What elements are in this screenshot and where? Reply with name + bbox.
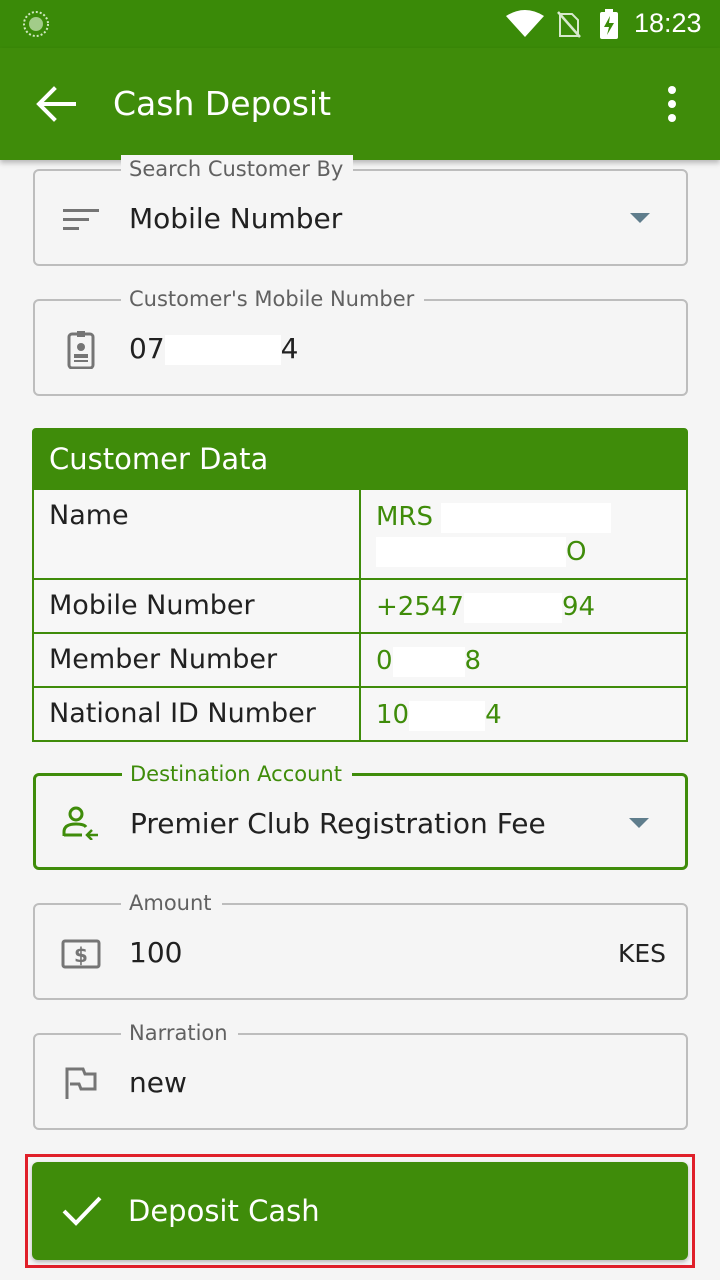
battery-charging-icon bbox=[600, 9, 618, 39]
mobile-number-suffix: 4 bbox=[280, 332, 299, 365]
row-value: 10 4 bbox=[361, 688, 686, 740]
search-by-dropdown[interactable]: Search Customer By Mobile Number bbox=[33, 155, 688, 266]
app-bar: Cash Deposit bbox=[0, 48, 720, 160]
search-by-label: Search Customer By bbox=[121, 155, 354, 183]
amount-value: 100 bbox=[129, 936, 183, 969]
status-bar: 18:23 bbox=[0, 0, 720, 48]
back-arrow-icon[interactable] bbox=[34, 84, 78, 124]
redacted-mask bbox=[463, 592, 562, 623]
redacted-mask bbox=[164, 335, 281, 365]
mobile-number-value: 07 4 bbox=[129, 332, 298, 365]
sort-lines-icon bbox=[63, 209, 99, 230]
money-icon: $ bbox=[61, 939, 101, 969]
name-prefix: MRS bbox=[376, 502, 434, 532]
row-value: MRS O bbox=[361, 490, 686, 578]
redacted-mask bbox=[441, 502, 612, 533]
account-arrow-icon bbox=[62, 806, 98, 840]
flag-icon bbox=[65, 1067, 97, 1099]
customer-data-title: Customer Data bbox=[34, 430, 686, 488]
row-key: Name bbox=[34, 490, 361, 578]
search-by-value: Mobile Number bbox=[129, 202, 343, 235]
dropdown-arrow-icon bbox=[629, 818, 649, 828]
destination-account-dropdown[interactable]: Destination Account Premier Club Registr… bbox=[33, 760, 688, 870]
currency-suffix: KES bbox=[617, 939, 666, 968]
app-notification-icon bbox=[23, 11, 49, 37]
amount-label: Amount bbox=[121, 889, 222, 917]
customer-data-table: Customer Data Name MRS O Mobile Number +… bbox=[32, 428, 688, 742]
row-key: Member Number bbox=[34, 634, 361, 686]
mobile-prefix: +2547 bbox=[376, 592, 464, 622]
deposit-cash-button[interactable]: Deposit Cash bbox=[32, 1162, 688, 1260]
redacted-mask bbox=[409, 700, 486, 731]
mobile-number-field[interactable]: Customer's Mobile Number 07 4 bbox=[33, 285, 688, 396]
deposit-cash-label: Deposit Cash bbox=[128, 1194, 320, 1228]
redacted-mask bbox=[392, 646, 465, 677]
dropdown-arrow-icon bbox=[630, 213, 650, 223]
check-icon bbox=[62, 1196, 102, 1226]
mobile-suffix: 94 bbox=[561, 592, 596, 622]
wifi-icon bbox=[506, 10, 544, 37]
destination-account-label: Destination Account bbox=[122, 760, 352, 788]
screen: 18:23 Cash Deposit Search Customer By Mo… bbox=[0, 0, 720, 1280]
member-suffix: 8 bbox=[464, 646, 482, 676]
mobile-number-label: Customer's Mobile Number bbox=[121, 285, 425, 313]
row-value: +2547 94 bbox=[361, 580, 686, 632]
narration-value: new bbox=[129, 1066, 187, 1099]
mobile-number-prefix: 07 bbox=[129, 332, 165, 365]
table-row: Name MRS O bbox=[34, 488, 686, 578]
name-line-2: O bbox=[376, 536, 686, 567]
row-key: Mobile Number bbox=[34, 580, 361, 632]
national-id-prefix: 10 bbox=[376, 700, 410, 730]
page-title: Cash Deposit bbox=[113, 84, 332, 123]
national-id-suffix: 4 bbox=[485, 700, 502, 730]
table-row: Member Number 08 bbox=[34, 632, 686, 686]
row-value: 08 bbox=[361, 634, 686, 686]
redacted-mask bbox=[376, 537, 566, 567]
table-row: National ID Number 10 4 bbox=[34, 686, 686, 740]
name-suffix: O bbox=[566, 536, 587, 567]
narration-label: Narration bbox=[121, 1019, 238, 1047]
amount-field[interactable]: Amount $ 100 KES bbox=[33, 889, 688, 1000]
status-time: 18:23 bbox=[634, 8, 702, 38]
svg-text:$: $ bbox=[74, 943, 88, 967]
table-row: Mobile Number +2547 94 bbox=[34, 578, 686, 632]
row-key: National ID Number bbox=[34, 688, 361, 740]
more-vertical-icon[interactable] bbox=[660, 84, 684, 124]
no-sim-icon bbox=[557, 11, 581, 38]
destination-account-value: Premier Club Registration Fee bbox=[130, 807, 546, 840]
member-prefix: 0 bbox=[376, 646, 393, 676]
id-badge-icon bbox=[67, 331, 95, 369]
narration-field[interactable]: Narration new bbox=[33, 1019, 688, 1130]
